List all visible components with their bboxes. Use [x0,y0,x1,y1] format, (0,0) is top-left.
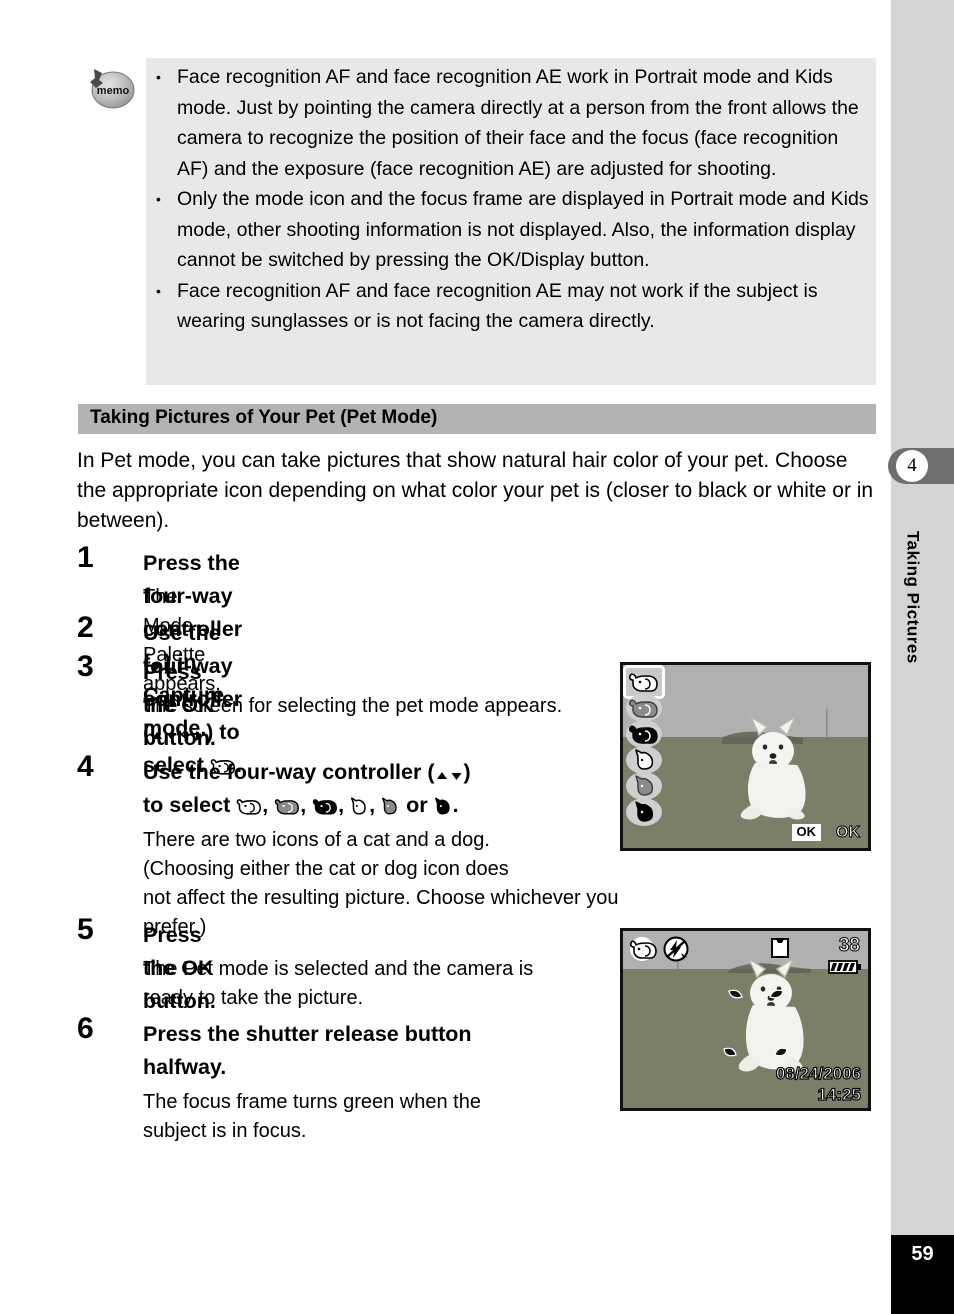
pet-cat-white-icon [350,796,369,816]
time-stamp: 14:25 [817,1084,862,1104]
intro-paragraph: In Pet mode, you can take pictures that … [77,449,874,532]
pet-dog-black-option[interactable] [626,720,662,748]
sep-comma-4: , [369,793,376,817]
step-6-body-line-1: The focus frame turns green when the [143,1091,481,1113]
svg-text:memo: memo [97,85,130,97]
sep-comma-2: , [300,793,307,817]
step-6-body: The focus frame turns green when the sub… [143,1088,623,1146]
section-heading-title: Taking Pictures of Your Pet (Pet Mode) [90,407,438,428]
pet-cat-black-option[interactable] [626,798,662,826]
memo-icon: memo [84,66,136,110]
pet-dog-gray-option[interactable] [626,694,662,722]
step-4-heading-part-b: ) [463,760,471,784]
memo-list: Face recognition AF and face recognition… [152,62,870,337]
ok-button-label[interactable]: OK [791,824,821,841]
pet-cat-white-option[interactable] [626,746,662,774]
chapter-side-strip [891,0,954,1314]
pet-dog-white-option[interactable] [623,665,665,699]
date-stamp: 08/24/2006 [775,1063,861,1083]
step-6-heading: Press the shutter release button halfway… [143,1018,623,1084]
sep-comma-1: , [262,793,269,817]
step-4-heading: Use the four-way controller () to select… [143,756,663,822]
camera-screen-pet-select: OK OK [620,662,871,851]
camera-screen-capture: 38 08/24/2006 14:25 [620,928,871,1111]
step-4-body-line-1: There are two icons of a cat and a dog. [143,829,490,851]
step-6-heading-line-2: halfway. [143,1055,227,1079]
step-5-body-line-1: The Pet mode is selected and the camera … [143,958,534,980]
pet-dog-black-icon [312,796,338,816]
step-5-number: 5 [77,913,94,946]
step-4-heading-part-c: to select [143,793,231,817]
step-1-number: 1 [77,541,94,574]
chapter-title-vertical: Taking Pictures [903,465,923,664]
step-6-number: 6 [77,1012,94,1045]
step-4-number: 4 [77,750,94,783]
pet-dog-gray-icon [274,796,300,816]
shots-remaining: 38 [838,935,860,957]
step-5-body: The Pet mode is selected and the camera … [143,955,623,1013]
arrow-down-icon [449,769,464,783]
pet-mode-icon [628,935,660,963]
sep-comma-3: , [338,793,345,817]
arrow-up-icon [435,769,449,783]
step-2-number: 2 [77,611,94,644]
page-number: 59 [911,1243,934,1265]
pet-cat-gray-option[interactable] [626,772,662,800]
memo-list-item: Face recognition AF and face recognition… [152,276,870,337]
flash-off-icon [662,935,690,963]
step-4-heading-part-d: or [406,793,428,817]
step-3-number: 3 [77,650,94,683]
battery-icon [828,959,862,975]
pet-cat-black-icon [434,796,453,816]
pet-dog-white-icon [236,796,262,816]
pet-cat-gray-icon [381,796,400,816]
memo-list-item: Face recognition AF and face recognition… [152,62,870,184]
memo-list-item: Only the mode icon and the focus frame a… [152,184,870,276]
chapter-title-text: Taking Pictures [903,530,923,664]
step-4-body-line-2: (Choosing either the cat or dog icon doe… [143,858,509,880]
step-4-heading-part-a: Use the four-way controller ( [143,760,435,784]
step-5-body-line-2: ready to take the picture. [143,987,364,1009]
ok-glyph-icon: OK [836,824,861,842]
step-6-heading-line-1: Press the shutter release button [143,1022,472,1046]
step-4-heading-part-e: . [452,793,459,817]
step-3-body: The screen for selecting the pet mode ap… [143,695,563,717]
pet-mode-icon-list[interactable] [623,665,665,826]
sd-card-icon [769,936,791,960]
step-6-body-line-2: subject is in focus. [143,1120,307,1142]
